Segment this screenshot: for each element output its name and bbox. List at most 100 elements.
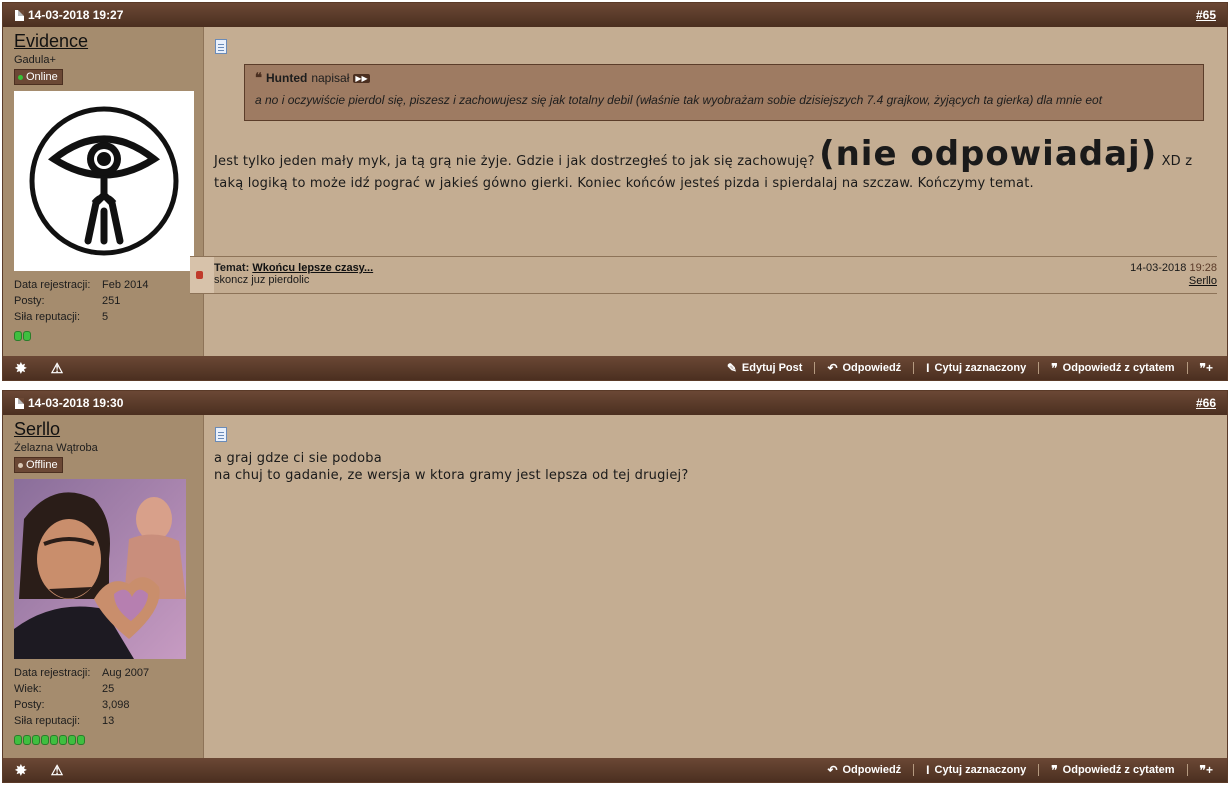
post-message: a graj gdze ci sie podoba na chuj to gad… [214,450,1217,484]
forum-post: 14-03-2018 19:27 #65 Evidence Gadula+ On… [2,2,1228,381]
quote-wrote-label: napisał [311,71,350,85]
user-avatar[interactable] [14,479,186,659]
reputation-value: 13 [102,715,115,727]
pencil-icon: ✎ [726,361,737,375]
thread-date: 14-03-2018 [1130,262,1187,274]
reputation-pip-icon [14,735,22,745]
reply-with-quote-label: Odpowiedź z cytatem [1062,362,1175,374]
reputation-label: Siła reputacji: [14,715,81,727]
similar-thread-bar: Temat: Wkońcu lepsze czasy... skoncz juz… [190,256,1217,294]
post-number-link[interactable]: #65 [1196,8,1216,22]
multiquote-button[interactable]: ❞+ [1188,763,1215,777]
quote-selected-label: Cytuj zaznaczony [934,764,1027,776]
thread-author-link[interactable]: Serllo [1189,275,1217,287]
post-count-value: 251 [102,295,121,307]
username-link[interactable]: Evidence [14,31,88,51]
reply-with-quote-label: Odpowiedź z cytatem [1062,764,1175,776]
thread-time: 19:28 [1189,262,1217,274]
status-dot-icon [18,462,23,468]
edit-post-label: Edytuj Post [741,362,803,374]
post-date: 14-03-2018 19:27 [15,8,123,22]
quote-bubble-icon: ❞ [1051,763,1058,777]
star-icon[interactable]: ✸ [15,762,27,779]
post-message: Jest tylko jeden mały myk, ja tą grą nie… [214,137,1217,195]
reputation-pip-icon [77,735,85,745]
username-link[interactable]: Serllo [14,419,60,439]
thread-label: Temat: [214,262,250,274]
status-label: Online [26,71,58,83]
reply-button[interactable]: ↶ Odpowiedź [815,763,915,777]
post-icon [215,427,227,442]
thread-status-icon [196,271,203,279]
thread-title-link[interactable]: Wkońcu lepsze czasy... [252,262,373,274]
post-footer: ✸ ⚠ ↶ Odpowiedź I Cytuj zaznaczony ❞ Odpowi… [3,758,1227,782]
reg-date-value: Aug 2007 [102,667,150,679]
reputation-label: Siła reputacji: [14,311,81,323]
reply-with-quote-button[interactable]: ❞ Odpowiedź z cytatem [1039,361,1188,375]
post-date-text: 14-03-2018 19:30 [28,396,124,410]
post-icon [215,39,227,54]
multiquote-icon: ❞+ [1199,763,1213,777]
reply-arrow-icon: ↶ [827,763,838,777]
multiquote-button[interactable]: ❞+ [1188,361,1215,375]
forum-post: 14-03-2018 19:30 #66 Serllo Żelazna Wątr… [2,390,1228,783]
quote-selected-label: Cytuj zaznaczony [934,362,1027,374]
post-count-value: 3,098 [102,699,130,711]
post-content: a graj gdze ci sie podoba na chuj to gad… [204,415,1227,758]
post-document-icon [15,9,24,21]
view-post-arrow-icon[interactable]: ▶▶ [353,73,370,83]
message-line: na chuj to gadanie, ze wersja w ktora gr… [214,468,689,483]
user-title: Żelazna Wątroba [14,442,98,454]
message-line: a graj gdze ci sie podoba [214,451,382,466]
message-text: Jest tylko jeden mały myk, ja tą grą nie… [214,154,815,169]
post-header: 14-03-2018 19:30 #66 [3,391,1227,415]
user-info-panel: Evidence Gadula+ Online Data rejestracji… [3,27,204,356]
reputation-pip-icon [14,331,22,341]
status-dot-icon [18,74,23,80]
quote-selected-button[interactable]: I Cytuj zaznaczony [914,763,1040,777]
quote-text: a no i oczywiście pierdol się, piszesz i… [255,93,1103,107]
multiquote-icon: ❞+ [1199,361,1213,375]
post-number-link[interactable]: #66 [1196,396,1216,410]
edit-post-button[interactable]: ✎ Edytuj Post [715,361,816,375]
reputation-value: 5 [102,311,109,323]
reply-label: Odpowiedź [842,362,902,374]
reply-button[interactable]: ↶ Odpowiedź [815,361,915,375]
age-value: 25 [102,683,115,695]
quote-marks-icon: ❝ [255,70,262,85]
reg-date-value: Feb 2014 [102,279,149,291]
reputation-pips [14,735,193,745]
reputation-pip-icon [50,735,58,745]
status-label: Offline [26,459,58,471]
user-info-panel: Serllo Żelazna Wątroba Offline Data reje… [3,415,204,758]
thread-snippet: skoncz juz pierdolic [214,274,310,286]
reply-with-quote-button[interactable]: ❞ Odpowiedź z cytatem [1039,763,1188,777]
reputation-pip-icon [41,735,49,745]
quote-author: Hunted [266,71,308,85]
reputation-pip-icon [23,735,31,745]
reputation-pip-icon [32,735,40,745]
quote-bubble-icon: ❞ [1051,361,1058,375]
message-large-text: (nie odpowiadaj) [819,134,1158,174]
post-document-icon [15,397,24,409]
reg-date-label: Data rejestracji: [14,667,91,679]
post-count-label: Posty: [14,295,45,307]
online-status-badge: Online [14,69,63,85]
reputation-pip-icon [23,331,31,341]
text-cursor-icon: I [926,763,930,777]
reply-label: Odpowiedź [842,764,902,776]
star-icon[interactable]: ✸ [15,360,27,377]
user-avatar[interactable] [14,91,194,271]
reputation-pip-icon [59,735,67,745]
quote-selected-button[interactable]: I Cytuj zaznaczony [914,361,1040,375]
reputation-pips [14,331,193,341]
reg-date-label: Data rejestracji: [14,279,91,291]
quote-block: ❝ Hunted napisał ▶▶ a no i oczywiście pi… [244,64,1204,121]
thread-status-box [190,257,214,293]
warning-icon[interactable]: ⚠ [51,762,64,779]
post-date-text: 14-03-2018 19:27 [28,8,124,22]
user-stats: Data rejestracji: Aug 2007 Wiek: 25 Posty:… [14,665,193,729]
reputation-pip-icon [68,735,76,745]
warning-icon[interactable]: ⚠ [51,360,64,377]
user-title: Gadula+ [14,54,56,66]
